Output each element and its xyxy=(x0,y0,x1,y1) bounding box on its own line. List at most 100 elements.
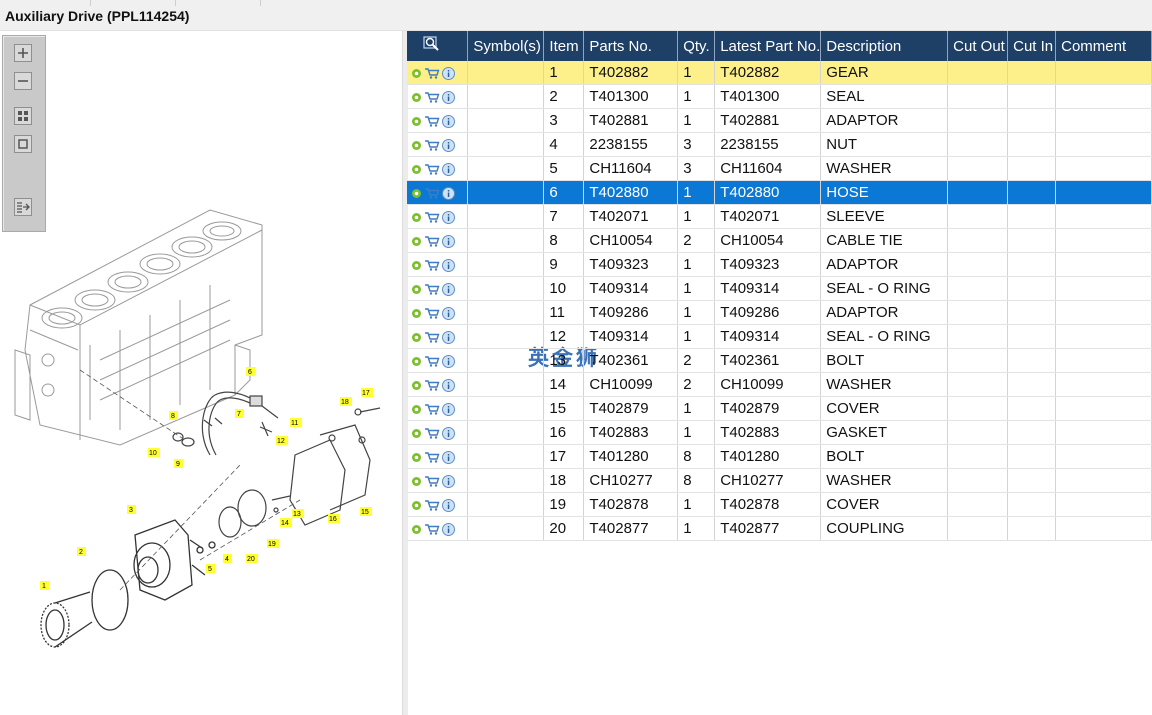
cart-icon[interactable] xyxy=(424,427,440,439)
info-icon[interactable] xyxy=(442,330,455,344)
gear-icon[interactable] xyxy=(411,524,422,535)
info-icon[interactable] xyxy=(442,234,455,248)
info-icon[interactable] xyxy=(442,258,455,272)
info-icon[interactable] xyxy=(442,378,455,392)
cart-icon[interactable] xyxy=(424,91,440,103)
gear-icon[interactable] xyxy=(411,332,422,343)
callout-20[interactable]: 20 xyxy=(246,554,258,563)
info-icon[interactable] xyxy=(442,474,455,488)
table-row[interactable]: 9 T409323 1 T409323 ADAPTOR xyxy=(407,252,1152,277)
gear-icon[interactable] xyxy=(411,404,422,415)
table-row[interactable]: 10 T409314 1 T409314 SEAL - O RING xyxy=(407,276,1152,301)
gear-icon[interactable] xyxy=(411,212,422,223)
table-row[interactable]: 4 2238155 3 2238155 NUT xyxy=(407,132,1152,157)
info-icon[interactable] xyxy=(442,138,455,152)
callout-5[interactable]: 5 xyxy=(206,564,215,573)
gear-icon[interactable] xyxy=(411,308,422,319)
info-icon[interactable] xyxy=(442,282,455,296)
cart-icon[interactable] xyxy=(424,259,440,271)
cart-icon[interactable] xyxy=(424,403,440,415)
info-icon[interactable] xyxy=(442,450,455,464)
info-icon[interactable] xyxy=(442,186,455,200)
info-icon[interactable] xyxy=(442,306,455,320)
table-row[interactable]: 6 T402880 1 T402880 HOSE xyxy=(407,180,1152,205)
table-row[interactable]: 8 CH10054 2 CH10054 CABLE TIE xyxy=(407,228,1152,253)
callout-7[interactable]: 7 xyxy=(235,409,244,418)
header-parts-no[interactable]: Parts No. xyxy=(583,31,679,61)
callout-16[interactable]: 16 xyxy=(328,514,340,523)
gear-icon[interactable] xyxy=(411,356,422,367)
callout-15[interactable]: 15 xyxy=(360,507,372,516)
callout-14[interactable]: 14 xyxy=(280,518,292,527)
table-row[interactable]: 3 T402881 1 T402881 ADAPTOR xyxy=(407,108,1152,133)
header-comment[interactable]: Comment xyxy=(1055,31,1152,61)
gear-icon[interactable] xyxy=(411,260,422,271)
table-row[interactable]: 11 T409286 1 T409286 ADAPTOR xyxy=(407,300,1152,325)
info-icon[interactable] xyxy=(442,354,455,368)
gear-icon[interactable] xyxy=(411,140,422,151)
cart-icon[interactable] xyxy=(424,283,440,295)
info-icon[interactable] xyxy=(442,402,455,416)
cart-icon[interactable] xyxy=(424,235,440,247)
gear-icon[interactable] xyxy=(411,68,422,79)
callout-4[interactable]: 4 xyxy=(223,554,232,563)
callout-2[interactable]: 2 xyxy=(77,547,86,556)
gear-icon[interactable] xyxy=(411,380,422,391)
header-qty[interactable]: Qty. xyxy=(677,31,716,61)
table-row[interactable]: 1 T402882 1 T402882 GEAR xyxy=(407,61,1152,85)
table-row[interactable]: 20 T402877 1 T402877 COUPLING xyxy=(407,516,1152,541)
info-icon[interactable] xyxy=(442,114,455,128)
cart-icon[interactable] xyxy=(424,379,440,391)
callout-8[interactable]: 8 xyxy=(169,411,178,420)
gear-icon[interactable] xyxy=(411,476,422,487)
header-symbols[interactable]: Symbol(s) xyxy=(467,31,545,61)
callout-6[interactable]: 6 xyxy=(246,367,255,376)
header-item[interactable]: Item xyxy=(543,31,585,61)
info-icon[interactable] xyxy=(442,522,455,536)
callout-1[interactable]: 1 xyxy=(40,581,49,590)
callout-19[interactable]: 19 xyxy=(267,539,279,548)
table-row[interactable]: 16 T402883 1 T402883 GASKET xyxy=(407,420,1152,445)
info-icon[interactable] xyxy=(442,66,455,80)
table-row[interactable]: 2 T401300 1 T401300 SEAL xyxy=(407,84,1152,109)
fit-all-button[interactable] xyxy=(14,107,32,125)
header-cut-in[interactable]: Cut In xyxy=(1007,31,1057,61)
cart-icon[interactable] xyxy=(424,475,440,487)
gear-icon[interactable] xyxy=(411,92,422,103)
callout-18[interactable]: 18 xyxy=(340,397,352,406)
callout-9[interactable]: 9 xyxy=(174,459,183,468)
info-icon[interactable] xyxy=(442,90,455,104)
callout-12[interactable]: 12 xyxy=(276,436,288,445)
header-cut-out[interactable]: Cut Out xyxy=(947,31,1009,61)
info-icon[interactable] xyxy=(442,210,455,224)
table-row[interactable]: 5 CH11604 3 CH11604 WASHER xyxy=(407,156,1152,181)
info-icon[interactable] xyxy=(442,426,455,440)
header-description[interactable]: Description xyxy=(820,31,949,61)
gear-icon[interactable] xyxy=(411,116,422,127)
cart-icon[interactable] xyxy=(424,67,440,79)
callout-3[interactable]: 3 xyxy=(127,505,136,514)
table-row[interactable]: 17 T401280 8 T401280 BOLT xyxy=(407,444,1152,469)
table-row[interactable]: 18 CH10277 8 CH10277 WASHER xyxy=(407,468,1152,493)
gear-icon[interactable] xyxy=(411,500,422,511)
table-row[interactable]: 15 T402879 1 T402879 COVER xyxy=(407,396,1152,421)
table-row[interactable]: 12 T409314 1 T409314 SEAL - O RING xyxy=(407,324,1152,349)
zoom-in-button[interactable] xyxy=(14,44,32,62)
gear-icon[interactable] xyxy=(411,284,422,295)
callout-10[interactable]: 10 xyxy=(148,448,160,457)
fit-window-button[interactable] xyxy=(14,135,32,153)
table-row[interactable]: 13 T402361 2 T402361 BOLT xyxy=(407,348,1152,373)
exploded-diagram[interactable]: 1 2 3 4 5 6 7 8 9 10 11 12 13 14 15 16 1… xyxy=(0,31,402,715)
gear-icon[interactable] xyxy=(411,428,422,439)
cart-icon[interactable] xyxy=(424,523,440,535)
callout-17[interactable]: 17 xyxy=(361,388,373,397)
table-row[interactable]: 14 CH10099 2 CH10099 WASHER xyxy=(407,372,1152,397)
callout-13[interactable]: 13 xyxy=(292,509,304,518)
cart-icon[interactable] xyxy=(424,163,440,175)
zoom-out-button[interactable] xyxy=(14,72,32,90)
cart-icon[interactable] xyxy=(424,307,440,319)
table-row[interactable]: 19 T402878 1 T402878 COVER xyxy=(407,492,1152,517)
gear-icon[interactable] xyxy=(411,164,422,175)
cart-icon[interactable] xyxy=(424,115,440,127)
header-latest-part-no[interactable]: Latest Part No. xyxy=(714,31,822,61)
